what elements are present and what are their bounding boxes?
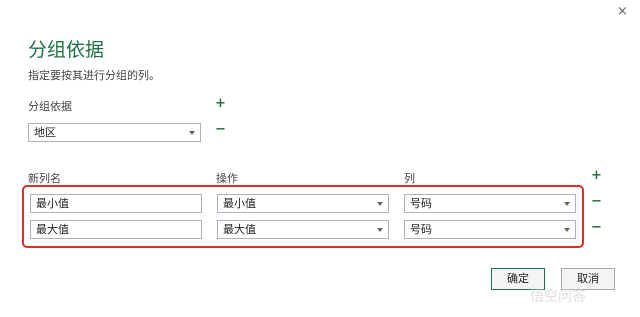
- operation-select[interactable]: 最小值: [217, 194, 389, 213]
- column-select[interactable]: 号码: [404, 194, 576, 213]
- column-value: 号码: [410, 223, 432, 236]
- remove-aggregation-button[interactable]: −: [591, 221, 602, 234]
- group-by-value: 地区: [34, 126, 56, 139]
- header-new-column-name: 新列名: [28, 172, 61, 185]
- add-grouping-button[interactable]: +: [215, 97, 226, 110]
- header-column: 列: [404, 172, 415, 185]
- dialog-description: 指定要按其进行分组的列。: [28, 69, 160, 82]
- new-column-name-input[interactable]: 最大值: [30, 220, 202, 239]
- chevron-down-icon: [564, 228, 570, 232]
- column-select[interactable]: 号码: [404, 220, 576, 239]
- chevron-down-icon: [189, 131, 195, 135]
- remove-grouping-button[interactable]: −: [215, 123, 226, 136]
- group-by-select[interactable]: 地区: [28, 123, 201, 142]
- new-column-name-input[interactable]: 最小值: [30, 194, 202, 213]
- header-operation: 操作: [216, 172, 238, 185]
- close-icon[interactable]: ×: [617, 4, 628, 19]
- add-aggregation-button[interactable]: +: [591, 169, 602, 182]
- operation-value: 最大值: [223, 223, 256, 236]
- dialog-title: 分组依据: [28, 39, 105, 61]
- column-value: 号码: [410, 197, 432, 210]
- watermark: 悟空问答: [530, 289, 586, 305]
- chevron-down-icon: [564, 202, 570, 206]
- operation-select[interactable]: 最大值: [217, 220, 389, 239]
- operation-value: 最小值: [223, 197, 256, 210]
- chevron-down-icon: [377, 202, 383, 206]
- remove-aggregation-button[interactable]: −: [591, 195, 602, 208]
- chevron-down-icon: [377, 228, 383, 232]
- group-by-label: 分组依据: [28, 100, 72, 113]
